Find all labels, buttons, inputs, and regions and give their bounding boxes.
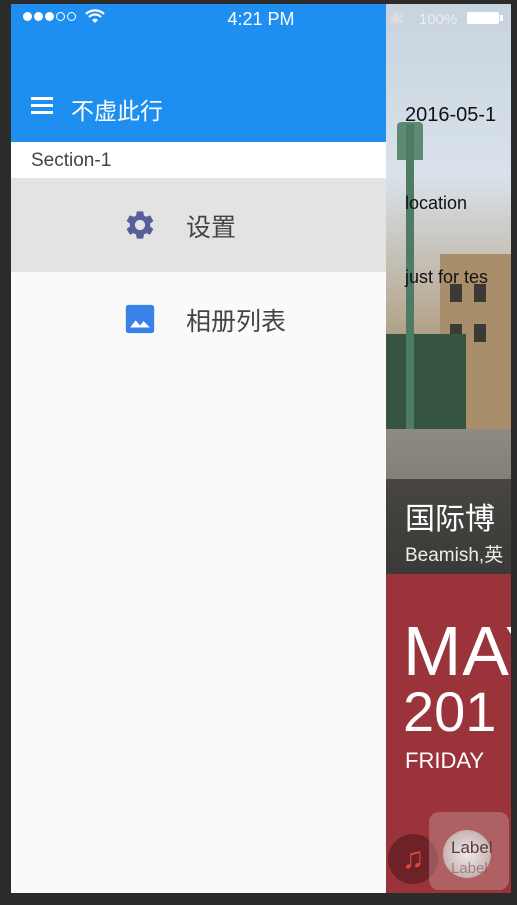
card-location: location	[405, 193, 468, 213]
section-label: Section-1	[31, 150, 112, 171]
floating-label-faded: Label	[451, 860, 488, 877]
calendar-year: 201	[403, 680, 497, 743]
music-note-icon: ♫	[401, 842, 425, 875]
section-header: Section-1	[11, 142, 386, 178]
card-photo	[386, 4, 511, 574]
calendar-day: FRIDAY	[405, 748, 485, 773]
drawer-title: 不虚此行	[71, 98, 163, 124]
app-screen: 2016-05-1 location just for tes 国际博 Beam…	[11, 4, 511, 893]
shop-front	[386, 334, 466, 429]
menu-item-label: 相册列表	[186, 308, 287, 336]
calendar-month: MAY	[403, 612, 511, 690]
card-title: 国际博	[405, 503, 495, 536]
card-note: just for tes	[405, 267, 489, 287]
menu-item-label: 设置	[186, 214, 237, 242]
floating-label-panel[interactable]: Label Label	[429, 812, 509, 890]
battery-icon	[467, 12, 503, 24]
menu-item-album-list[interactable]: 相册列表	[11, 272, 386, 366]
gear-icon	[126, 211, 154, 239]
status-bar: 4:21 PM ✱ 100%	[11, 4, 511, 34]
bluetooth-icon: ✱	[389, 9, 405, 29]
card-date: 2016-05-1	[405, 104, 497, 126]
navigation-drawer: 不虚此行 Section-1 设置 相册列表	[11, 4, 386, 893]
floating-label: Label	[451, 838, 493, 857]
image-icon	[125, 304, 155, 334]
hamburger-menu-icon[interactable]	[31, 97, 53, 115]
menu-item-settings[interactable]: 设置	[11, 178, 386, 272]
lamp-pole	[406, 124, 414, 454]
card-subtitle: Beamish,英	[405, 545, 504, 566]
battery-percentage: 100%	[419, 11, 458, 28]
memory-card[interactable]: 2016-05-1 location just for tes 国际博 Beam…	[386, 4, 511, 893]
